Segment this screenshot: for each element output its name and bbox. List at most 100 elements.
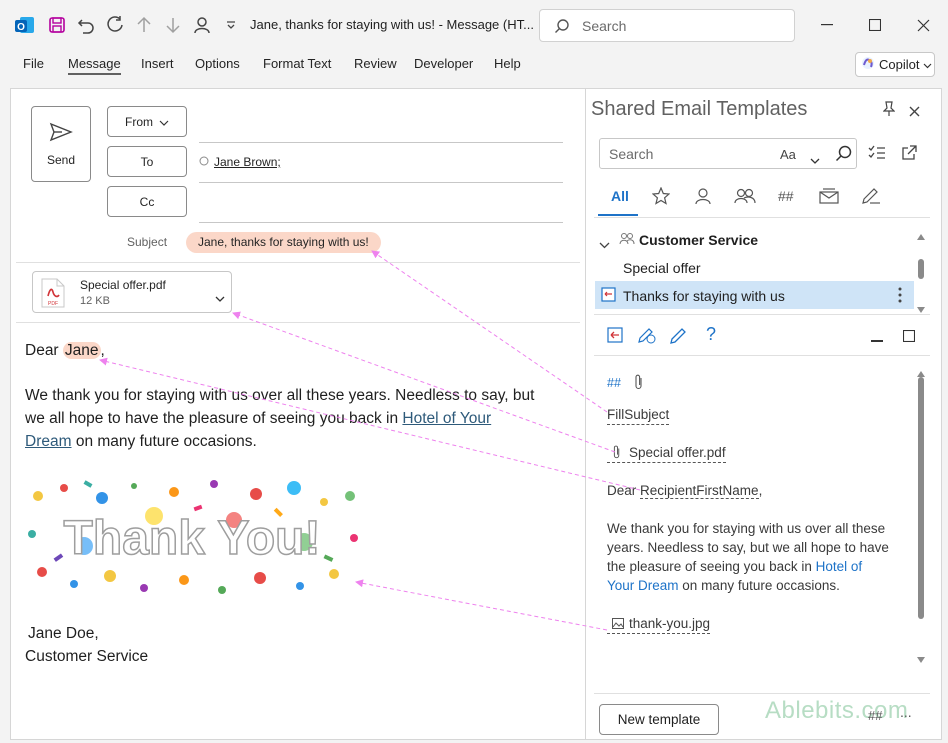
undo-icon[interactable] <box>75 14 97 36</box>
edit-globe-icon[interactable] <box>638 326 656 349</box>
arrow-up-icon[interactable] <box>133 14 155 36</box>
subject-input[interactable]: Jane, thanks for staying with us! <box>186 232 381 253</box>
body-line-2: we all hope to have the pleasure of seei… <box>25 407 491 430</box>
more-options-icon[interactable] <box>898 287 902 308</box>
tab-all[interactable]: All <box>611 188 629 204</box>
preview-link-part2[interactable]: Your Dream <box>607 578 679 593</box>
to-button[interactable]: To <box>107 146 187 177</box>
thank-you-image: Thank You! <box>24 476 360 598</box>
minimize-button[interactable] <box>813 12 841 38</box>
preview-link-part1[interactable]: Hotel of <box>816 559 863 574</box>
footer-macro-icon[interactable]: ## <box>868 708 882 723</box>
ablebits-watermark: Ablebits.com <box>765 697 909 724</box>
tab-help[interactable]: Help <box>494 56 521 71</box>
scroll-up-icon[interactable] <box>917 364 925 382</box>
scroll-down-icon[interactable] <box>917 650 925 668</box>
my-templates-person-icon[interactable] <box>695 187 711 210</box>
insert-template-icon[interactable] <box>607 327 623 348</box>
search-box[interactable]: Search <box>539 9 795 42</box>
preview-comma: , <box>758 483 763 498</box>
body-line-1: We thank you for staying with us over al… <box>25 387 535 404</box>
send-button[interactable]: Send <box>31 106 91 182</box>
from-button[interactable]: From <box>107 106 187 137</box>
edit-pencil-icon[interactable] <box>670 326 688 349</box>
template-search-input[interactable]: Search Aa <box>599 138 857 169</box>
tab-options[interactable]: Options <box>195 56 240 71</box>
attachment-card[interactable]: PDF Special offer.pdf 12 KB <box>32 271 232 313</box>
tree-divider <box>594 314 930 315</box>
hotel-link-part2[interactable]: Dream <box>25 433 72 450</box>
subject-label: Subject <box>127 235 168 249</box>
close-window-button[interactable] <box>909 12 937 38</box>
recipient-chip[interactable]: Jane Brown; <box>214 155 281 169</box>
folder-customer-service[interactable]: Customer Service <box>639 232 758 248</box>
new-template-button[interactable]: New template <box>599 704 719 735</box>
tab-file[interactable]: File <box>23 56 44 71</box>
greeting-suffix: , <box>100 342 105 359</box>
tab-developer[interactable]: Developer <box>414 56 473 71</box>
email-templates-icon[interactable] <box>819 188 839 209</box>
help-icon[interactable]: ? <box>706 324 716 345</box>
tab-insert[interactable]: Insert <box>141 56 174 71</box>
tab-review[interactable]: Review <box>354 56 397 71</box>
template-thanks-for-staying[interactable]: Thanks for staying with us <box>623 288 785 304</box>
hotel-link-part1[interactable]: Hotel of Your <box>402 410 491 427</box>
pin-icon[interactable] <box>882 101 896 122</box>
thank-you-text: Thank You! <box>64 512 321 565</box>
paperclip-icon <box>634 374 644 395</box>
to-field[interactable]: Jane Brown; <box>199 155 281 169</box>
attachment-size: 12 KB <box>80 295 110 307</box>
template-special-offer[interactable]: Special offer <box>623 260 701 276</box>
preview-scrollbar[interactable] <box>918 377 924 619</box>
tab-message[interactable]: Message <box>68 56 121 75</box>
template-search-placeholder: Search <box>609 146 654 162</box>
chevron-down-icon[interactable] <box>599 236 610 254</box>
chevron-down-icon[interactable] <box>215 289 225 307</box>
footer-divider <box>594 693 930 694</box>
body-line-3-text: on many future occasions. <box>71 433 257 450</box>
tree-scrollbar[interactable] <box>918 259 924 279</box>
shared-folder-icon <box>619 232 635 251</box>
body-divider <box>16 322 580 323</box>
save-icon[interactable] <box>46 14 68 36</box>
macro-attachment: Special offer.pdf <box>607 443 726 463</box>
pane-title: Shared Email Templates <box>591 98 808 120</box>
arrow-down-icon[interactable] <box>162 14 184 36</box>
match-case-toggle[interactable]: Aa <box>780 147 796 162</box>
cc-field-line[interactable] <box>199 222 563 223</box>
shared-people-icon[interactable] <box>734 187 756 210</box>
footer-more-icon[interactable]: ... <box>900 704 912 720</box>
customize-toolbar-icon[interactable] <box>220 14 242 36</box>
copilot-button[interactable]: Copilot <box>855 52 935 77</box>
tab-format-text[interactable]: Format Text <box>263 56 331 71</box>
signature-name: Jane Doe, <box>28 625 99 642</box>
maximize-preview-icon[interactable] <box>902 329 916 347</box>
search-placeholder: Search <box>582 18 627 34</box>
signature-dept: Customer Service <box>25 648 149 665</box>
close-pane-icon[interactable] <box>909 104 920 122</box>
window-title: Jane, thanks for staying with us! - Mess… <box>250 17 534 32</box>
template-envelope-icon <box>601 287 616 307</box>
tab-macros[interactable]: ## <box>778 188 794 204</box>
favorites-star-icon[interactable] <box>651 186 671 210</box>
checklist-icon[interactable] <box>868 145 886 166</box>
cc-button[interactable]: Cc <box>107 186 187 217</box>
maximize-button[interactable] <box>861 12 889 38</box>
attachment-name: Special offer.pdf <box>80 278 166 292</box>
chevron-down-icon <box>159 115 169 129</box>
scroll-down-icon[interactable] <box>917 300 925 318</box>
minimize-preview-icon[interactable] <box>871 340 883 342</box>
greeting-name: Jane <box>62 342 101 359</box>
macro-first-name: RecipientFirstName <box>640 483 759 499</box>
redo-icon[interactable] <box>104 14 126 36</box>
open-external-icon[interactable] <box>901 145 917 166</box>
scroll-up-icon[interactable] <box>917 227 925 245</box>
svg-text:O: O <box>17 22 25 33</box>
preview-line-2: years. Needless to say, but we all hope … <box>607 540 889 555</box>
chevron-down-icon[interactable] <box>810 151 820 169</box>
search-icon[interactable] <box>835 145 853 168</box>
edit-signature-icon[interactable] <box>861 186 881 209</box>
chevron-down-icon <box>923 57 932 72</box>
from-label: From <box>125 114 153 129</box>
contact-icon[interactable] <box>191 14 213 36</box>
